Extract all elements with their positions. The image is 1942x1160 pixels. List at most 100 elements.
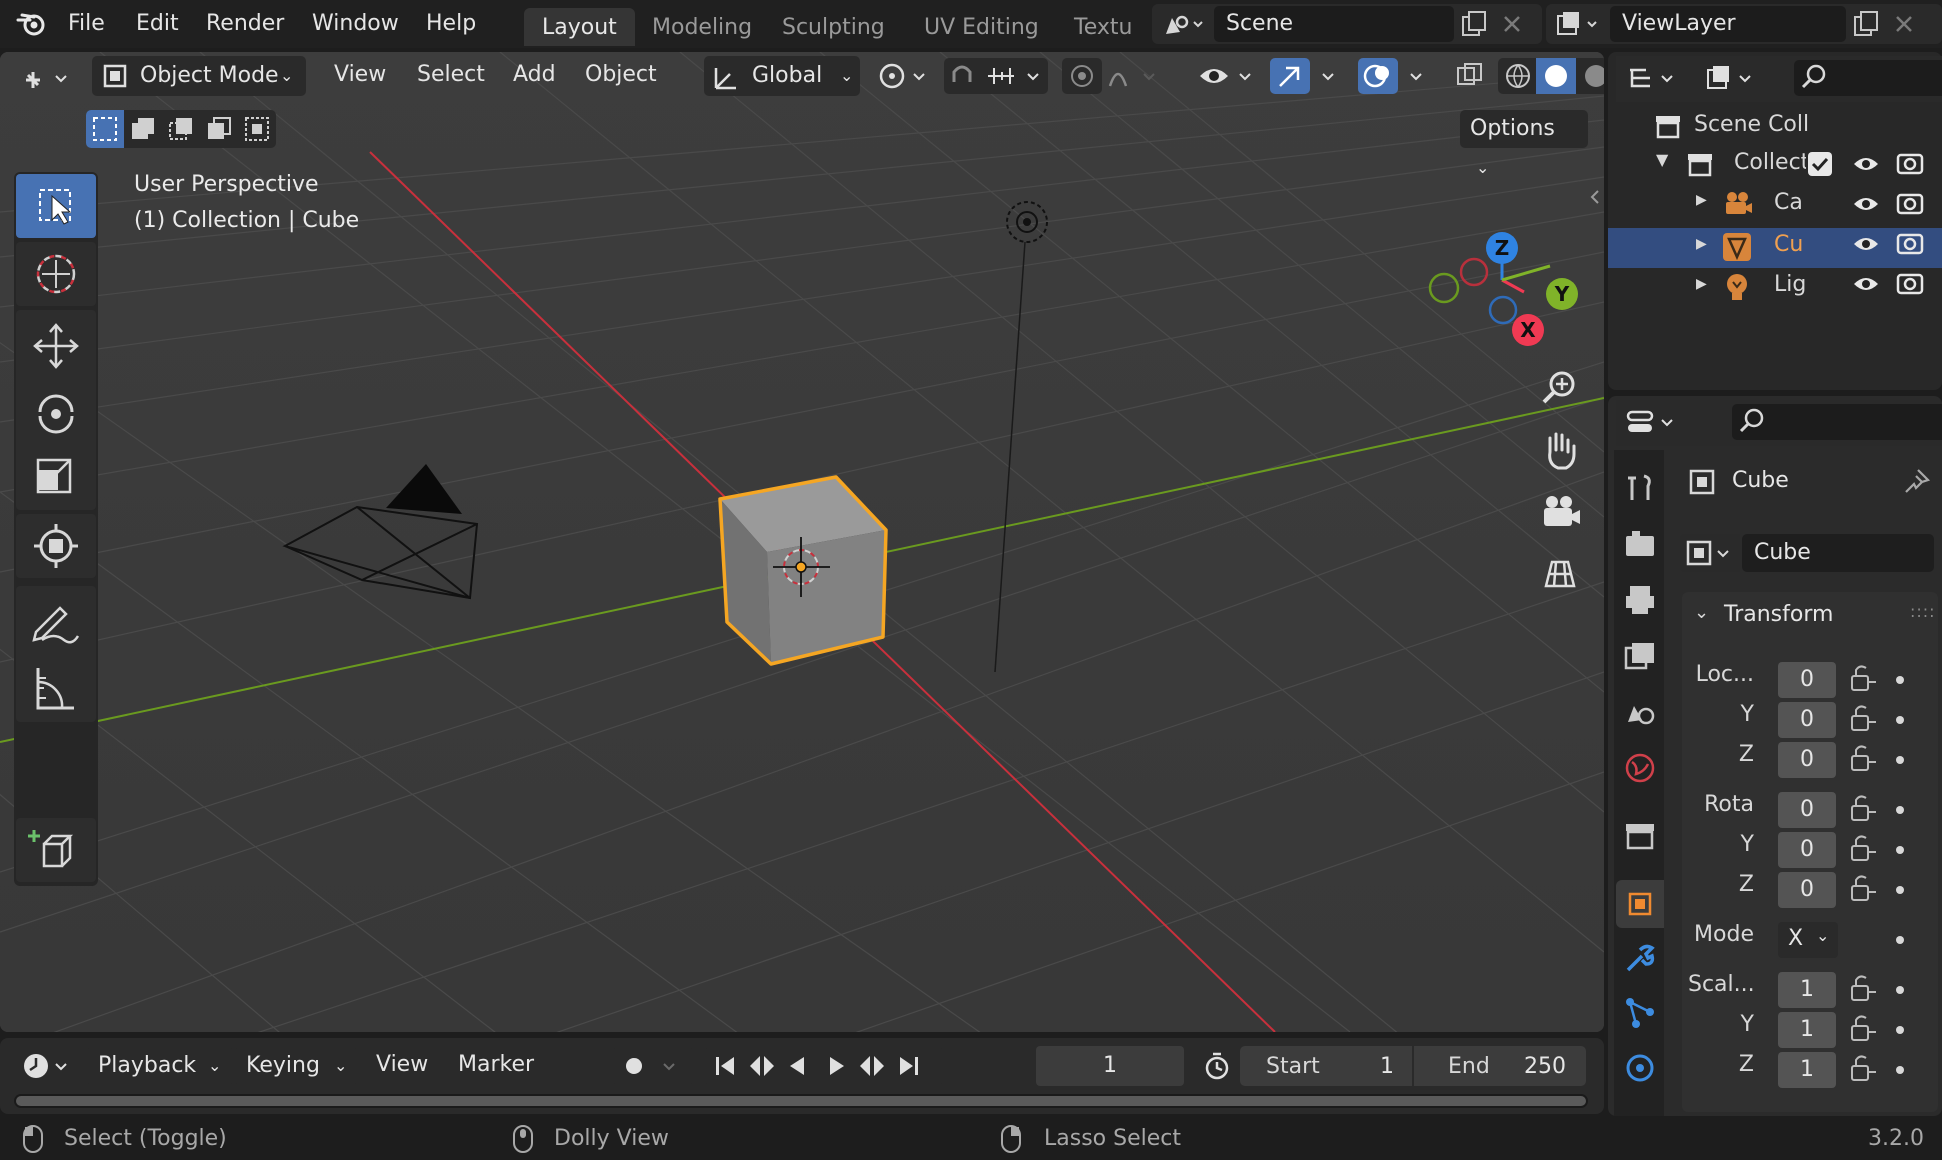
select-extend-icon[interactable] — [124, 110, 162, 148]
select-intersect-icon[interactable] — [238, 110, 276, 148]
timeline-menu-view[interactable]: View — [376, 1052, 428, 1077]
expand-arrow-icon[interactable]: ▶ — [1696, 192, 1707, 208]
current-frame-field[interactable]: 1 — [1036, 1046, 1184, 1086]
collection-exclude-checkbox[interactable] — [1808, 152, 1832, 176]
new-scene-icon[interactable] — [1458, 8, 1490, 40]
shading-selector[interactable] — [1498, 58, 1604, 94]
add-cube-tool[interactable] — [16, 818, 96, 882]
timeline-menu-marker[interactable]: Marker — [458, 1052, 534, 1077]
outliner-item-cube[interactable]: Cu — [1774, 232, 1803, 257]
auto-keying-toggle[interactable] — [614, 1046, 692, 1086]
outliner-editor-type-icon[interactable] — [1624, 60, 1684, 96]
editor-type-icon[interactable] — [16, 58, 78, 98]
select-invert-icon[interactable] — [200, 110, 238, 148]
gizmo-toggle-icon[interactable] — [1270, 58, 1310, 94]
scale-tool[interactable] — [16, 446, 96, 510]
pin-icon[interactable] — [1900, 466, 1932, 498]
collection-label[interactable]: Collect — [1734, 150, 1806, 175]
transform-panel-title[interactable]: Transform — [1724, 602, 1833, 627]
delete-view-layer-icon[interactable] — [1890, 8, 1918, 40]
tab-layout[interactable]: Layout — [524, 8, 635, 46]
tab-sculpting[interactable]: Sculpting — [764, 8, 903, 46]
timeline-scrollbar[interactable] — [14, 1094, 1588, 1108]
sidebar-toggle-icon[interactable] — [1586, 182, 1604, 212]
tab-texture[interactable]: Textu — [1056, 8, 1150, 46]
pan-hand-icon[interactable] — [1534, 424, 1586, 476]
outliner-search-input[interactable] — [1794, 60, 1942, 96]
gizmo-dropdown-icon[interactable] — [1314, 58, 1344, 94]
select-subtract-icon[interactable] — [162, 110, 200, 148]
expand-arrow-icon[interactable]: ▶ — [1696, 236, 1707, 252]
overlays-toggle-icon[interactable] — [1358, 58, 1398, 94]
rotate-tool[interactable] — [16, 380, 96, 444]
drag-handle-icon[interactable]: :::: — [1910, 602, 1936, 621]
properties-editor-type-icon[interactable] — [1624, 404, 1684, 440]
keying-menu[interactable]: Keying ⌄ — [236, 1046, 356, 1086]
outliner-item-light[interactable]: Lig — [1774, 272, 1806, 297]
view-layer-icon[interactable] — [1552, 8, 1604, 40]
move-tool[interactable] — [16, 314, 96, 378]
object-tab-icon[interactable] — [1616, 880, 1664, 928]
3d-viewport[interactable]: Object Mode ⌄ View Select Add Object Glo… — [0, 52, 1604, 1032]
preview-range-icon[interactable] — [1196, 1046, 1238, 1086]
physics-tab-icon[interactable] — [1618, 1044, 1662, 1088]
collection-tab-icon[interactable] — [1618, 814, 1662, 858]
scene-tab-icon[interactable] — [1618, 690, 1662, 734]
location-z-field[interactable]: 0 — [1778, 742, 1836, 778]
rotation-y-field[interactable]: 0 — [1778, 832, 1836, 868]
object-browse-icon[interactable] — [1680, 534, 1740, 572]
zoom-icon[interactable] — [1534, 362, 1586, 414]
render-tab-icon[interactable] — [1618, 522, 1662, 566]
tab-uv-editing[interactable]: UV Editing — [906, 8, 1057, 46]
menu-edit[interactable]: Edit — [136, 8, 179, 40]
viewport-menu-object[interactable]: Object — [585, 62, 657, 87]
scale-z-field[interactable]: 1 — [1778, 1052, 1836, 1088]
scene-name-field[interactable]: Scene — [1214, 6, 1454, 42]
select-box-tool[interactable] — [16, 174, 96, 238]
output-tab-icon[interactable] — [1618, 578, 1662, 622]
snap-toggle[interactable] — [944, 58, 1048, 94]
object-name-field[interactable]: Cube — [1742, 534, 1934, 572]
world-tab-icon[interactable] — [1618, 746, 1662, 790]
gizmo-x-axis[interactable]: X — [1512, 314, 1544, 346]
playback-menu[interactable]: Playback ⌄ — [88, 1046, 232, 1086]
scene-collection-label[interactable]: Scene Coll — [1694, 112, 1809, 137]
options-dropdown[interactable]: Options ⌄ — [1460, 110, 1588, 177]
view-layer-name-field[interactable]: ViewLayer — [1610, 6, 1846, 42]
scene-icon[interactable] — [1160, 8, 1208, 40]
scale-x-field[interactable]: 1 — [1778, 972, 1836, 1008]
select-new-icon[interactable] — [86, 110, 124, 148]
transform-orientation-selector[interactable]: Global ⌄ — [704, 56, 860, 96]
mode-selector[interactable]: Object Mode ⌄ — [92, 56, 306, 96]
start-frame-field[interactable]: Start 1 — [1240, 1046, 1412, 1086]
viewport-menu-view[interactable]: View — [334, 62, 386, 87]
particles-tab-icon[interactable] — [1618, 990, 1662, 1034]
outliner-item-camera[interactable]: Ca — [1774, 190, 1803, 215]
new-view-layer-icon[interactable] — [1850, 8, 1882, 40]
ortho-grid-icon[interactable] — [1534, 548, 1586, 600]
display-mode-icon[interactable] — [1704, 60, 1764, 96]
gizmo-z-axis[interactable]: Z — [1486, 232, 1518, 264]
lock-keyframe-column[interactable] — [1844, 662, 1934, 1092]
expand-arrow-icon[interactable]: ▶ — [1696, 276, 1707, 292]
overlays-dropdown-icon[interactable] — [1402, 58, 1432, 94]
end-frame-field[interactable]: End 250 — [1414, 1046, 1586, 1086]
properties-search-input[interactable] — [1732, 404, 1942, 440]
pivot-point-icon[interactable] — [874, 58, 934, 94]
cursor-tool[interactable] — [16, 242, 96, 306]
rotation-mode-dropdown[interactable]: X ⌄ — [1778, 922, 1838, 958]
modifier-tab-icon[interactable] — [1618, 936, 1662, 980]
viewport-menu-add[interactable]: Add — [513, 62, 556, 87]
gizmo-y-axis[interactable]: Y — [1546, 278, 1578, 310]
menu-window[interactable]: Window — [312, 8, 399, 40]
proportional-editing-icon[interactable] — [1062, 58, 1162, 94]
location-x-field[interactable]: 0 — [1778, 662, 1836, 698]
rotation-z-field[interactable]: 0 — [1778, 872, 1836, 908]
panel-collapse-icon[interactable]: ⌄ — [1694, 602, 1709, 623]
tool-tab-icon[interactable] — [1618, 466, 1662, 510]
transform-tool[interactable] — [16, 514, 96, 578]
blender-logo-icon[interactable] — [14, 8, 50, 40]
timeline-editor-type-icon[interactable] — [16, 1046, 78, 1086]
viewport-menu-select[interactable]: Select — [417, 62, 485, 87]
visibility-filter-icon[interactable] — [1196, 58, 1260, 94]
